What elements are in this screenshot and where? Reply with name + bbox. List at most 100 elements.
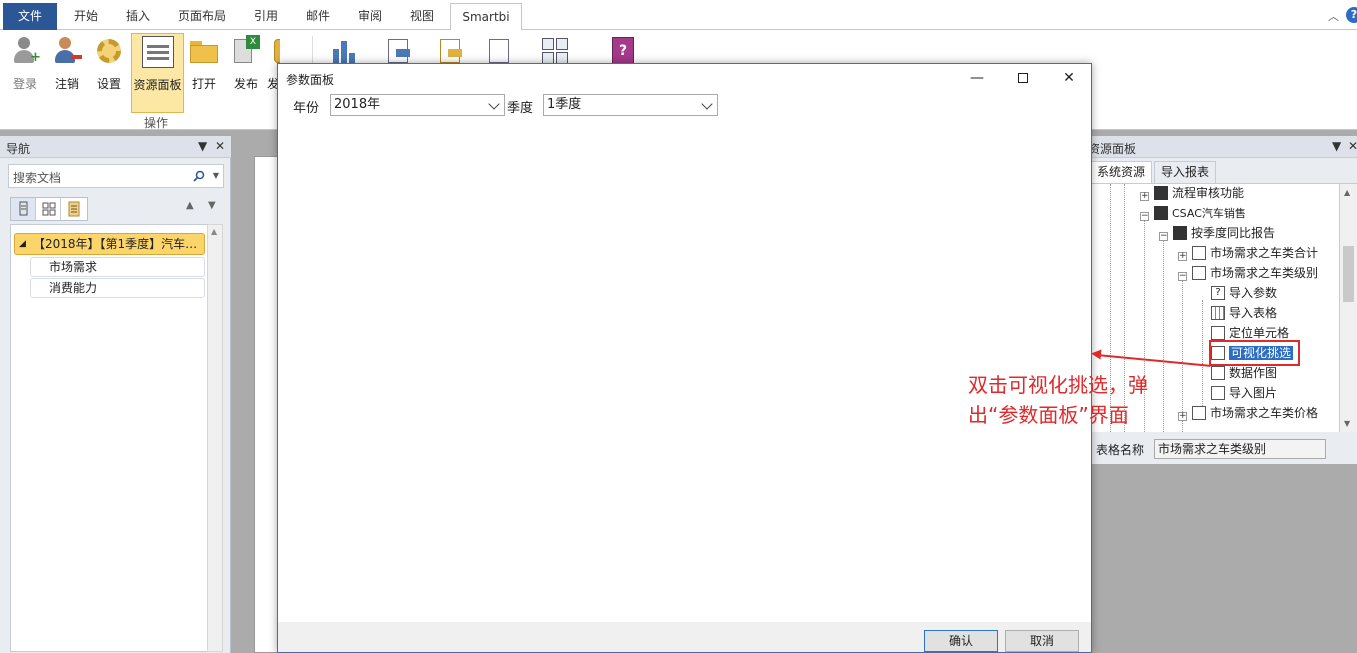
pane-menu-icon[interactable]: ▼ xyxy=(198,139,207,153)
resource-scrollbar[interactable]: ▲ ▼ xyxy=(1340,184,1357,432)
pane-close-icon[interactable]: ✕ xyxy=(1348,139,1357,153)
settings-button[interactable]: 设置 xyxy=(89,33,129,109)
quarter-label: 季度 xyxy=(507,101,534,116)
login-icon: + xyxy=(9,35,41,67)
year-label: 年份 xyxy=(293,101,320,116)
publish-button[interactable]: X 发布 xyxy=(228,33,264,109)
report-icon xyxy=(1192,265,1206,280)
navigation-pane: 导航 ▼ ✕ 搜索文档 ▼ ▲ ▼ ◢ 【2018年】【第1季度】汽车… 市场需… xyxy=(0,136,231,653)
dialog-title: 参数面板 xyxy=(286,73,335,87)
chevron-down-icon xyxy=(488,98,500,110)
table-icon xyxy=(1211,305,1225,320)
nav-scrollbar[interactable]: ▲ xyxy=(207,224,223,652)
highlight-box xyxy=(1209,340,1300,366)
parameter-panel-dialog: 参数面板 — ✕ 年份 2018年 季度 1季度 确认 取消 xyxy=(277,63,1092,653)
results-view-icon[interactable] xyxy=(61,198,86,220)
cancel-button[interactable]: 取消 xyxy=(1005,630,1079,652)
annotation-text: 双击可视化挑选，弹 出“参数面板”界面 xyxy=(968,373,1148,427)
tab-smartbi[interactable]: Smartbi xyxy=(450,3,522,31)
ribbon-tab-bar: 文件 开始 插入 页面布局 引用 邮件 审阅 视图 Smartbi ︿ ? xyxy=(0,0,1357,31)
previous-arrow-icon[interactable]: ▲ xyxy=(186,200,194,211)
quarter-select[interactable]: 1季度 xyxy=(543,94,718,116)
tab-file[interactable]: 文件 xyxy=(3,3,57,30)
nav-heading-item[interactable]: 市场需求 xyxy=(30,257,205,277)
tree-node[interactable]: 市场需求之车类价格 xyxy=(1192,404,1318,422)
tab-home[interactable]: 开始 xyxy=(62,5,110,29)
tree-node[interactable]: 导入表格 xyxy=(1211,304,1277,322)
tree-node[interactable]: 导入图片 xyxy=(1211,384,1277,402)
confirm-button[interactable]: 确认 xyxy=(924,630,998,652)
table-name-field[interactable]: 市场需求之车类级别 xyxy=(1154,439,1326,459)
login-button[interactable]: + 登录 xyxy=(5,33,45,109)
resource-tabs: 系统资源 导入报表 xyxy=(1090,158,1357,184)
cell-icon xyxy=(1211,325,1225,340)
folder-icon xyxy=(1173,225,1187,240)
scroll-up-icon[interactable]: ▲ xyxy=(1344,188,1350,197)
year-select[interactable]: 2018年 xyxy=(330,94,505,116)
search-icon[interactable] xyxy=(193,170,205,182)
image-icon xyxy=(1211,385,1225,400)
tab-system-resources[interactable]: 系统资源 xyxy=(1090,161,1153,183)
expand-icon[interactable]: + xyxy=(1178,252,1187,261)
gear-icon xyxy=(93,35,125,67)
table-name-label: 表格名称 xyxy=(1096,443,1145,457)
nav-heading-list: ◢ 【2018年】【第1季度】汽车… 市场需求 消费能力 xyxy=(10,224,210,652)
collapse-triangle-icon[interactable]: ◢ xyxy=(19,234,26,254)
help-icon[interactable]: ? xyxy=(1346,7,1357,23)
collapse-icon[interactable]: − xyxy=(1178,272,1187,281)
publish-icon: X xyxy=(230,35,262,67)
scroll-thumb[interactable] xyxy=(1343,246,1354,302)
tree-node[interactable]: 市场需求之车类合计 xyxy=(1192,244,1318,262)
close-icon[interactable]: ✕ xyxy=(1046,64,1092,92)
navigation-pane-title: 导航 xyxy=(6,142,31,156)
resource-pane-header: 资源面板 ▼ ✕ xyxy=(1088,136,1357,158)
resource-footer: 表格名称 市场需求之车类级别 xyxy=(1092,436,1357,462)
pane-close-icon[interactable]: ✕ xyxy=(215,139,225,153)
ribbon-group-label: 操作 xyxy=(144,116,169,130)
nav-heading-root[interactable]: ◢ 【2018年】【第1季度】汽车… xyxy=(14,233,205,255)
pane-menu-icon[interactable]: ▼ xyxy=(1332,139,1341,153)
resource-panel-button[interactable]: 资源面板 xyxy=(131,33,184,113)
tree-node[interactable]: CSAC汽车销售 xyxy=(1154,204,1246,222)
tab-insert[interactable]: 插入 xyxy=(114,5,162,29)
tree-node[interactable]: 市场需求之车类级别 xyxy=(1192,264,1318,282)
chevron-down-icon xyxy=(701,98,713,110)
collapse-icon[interactable]: − xyxy=(1159,232,1168,241)
logout-icon xyxy=(51,35,83,67)
nav-view-switcher xyxy=(10,197,88,221)
headings-view-icon[interactable] xyxy=(11,198,36,220)
collapse-icon[interactable]: − xyxy=(1140,212,1149,221)
tab-review[interactable]: 审阅 xyxy=(346,5,394,29)
folder-icon xyxy=(1154,185,1168,200)
tab-view[interactable]: 视图 xyxy=(398,5,446,29)
tree-node[interactable]: 数据作图 xyxy=(1211,364,1277,382)
param-icon: ? xyxy=(1211,285,1225,300)
scroll-up-icon[interactable]: ▲ xyxy=(211,227,217,236)
resource-pane-title: 资源面板 xyxy=(1088,142,1137,156)
navigation-pane-header: 导航 ▼ ✕ xyxy=(0,136,231,158)
panel-icon xyxy=(141,36,174,68)
search-input[interactable]: 搜索文档 ▼ xyxy=(8,164,224,188)
tree-node[interactable]: ? 导入参数 xyxy=(1211,284,1277,302)
report-icon xyxy=(1192,245,1206,260)
tab-references[interactable]: 引用 xyxy=(242,5,290,29)
tab-mailings[interactable]: 邮件 xyxy=(294,5,342,29)
nav-heading-item[interactable]: 消费能力 xyxy=(30,278,205,298)
logout-button[interactable]: 注销 xyxy=(47,33,87,109)
chart-icon xyxy=(1211,365,1225,380)
tab-import-report[interactable]: 导入报表 xyxy=(1154,161,1217,183)
minimize-icon[interactable]: — xyxy=(954,64,1000,92)
annotation-arrowhead xyxy=(1090,348,1102,360)
tree-node[interactable]: 按季度同比报告 xyxy=(1173,224,1275,242)
tree-node[interactable]: 流程审核功能 xyxy=(1154,184,1244,202)
search-options-icon[interactable]: ▼ xyxy=(213,171,219,180)
pages-view-icon[interactable] xyxy=(36,198,61,220)
next-arrow-icon[interactable]: ▼ xyxy=(208,200,216,211)
maximize-icon[interactable] xyxy=(1000,64,1046,92)
scroll-down-icon[interactable]: ▼ xyxy=(1344,419,1350,428)
expand-icon[interactable]: + xyxy=(1140,192,1149,201)
collapse-ribbon-icon[interactable]: ︿ xyxy=(1328,8,1339,24)
open-button[interactable]: 打开 xyxy=(186,33,222,109)
folder-icon xyxy=(188,35,220,67)
tab-page-layout[interactable]: 页面布局 xyxy=(170,5,234,29)
